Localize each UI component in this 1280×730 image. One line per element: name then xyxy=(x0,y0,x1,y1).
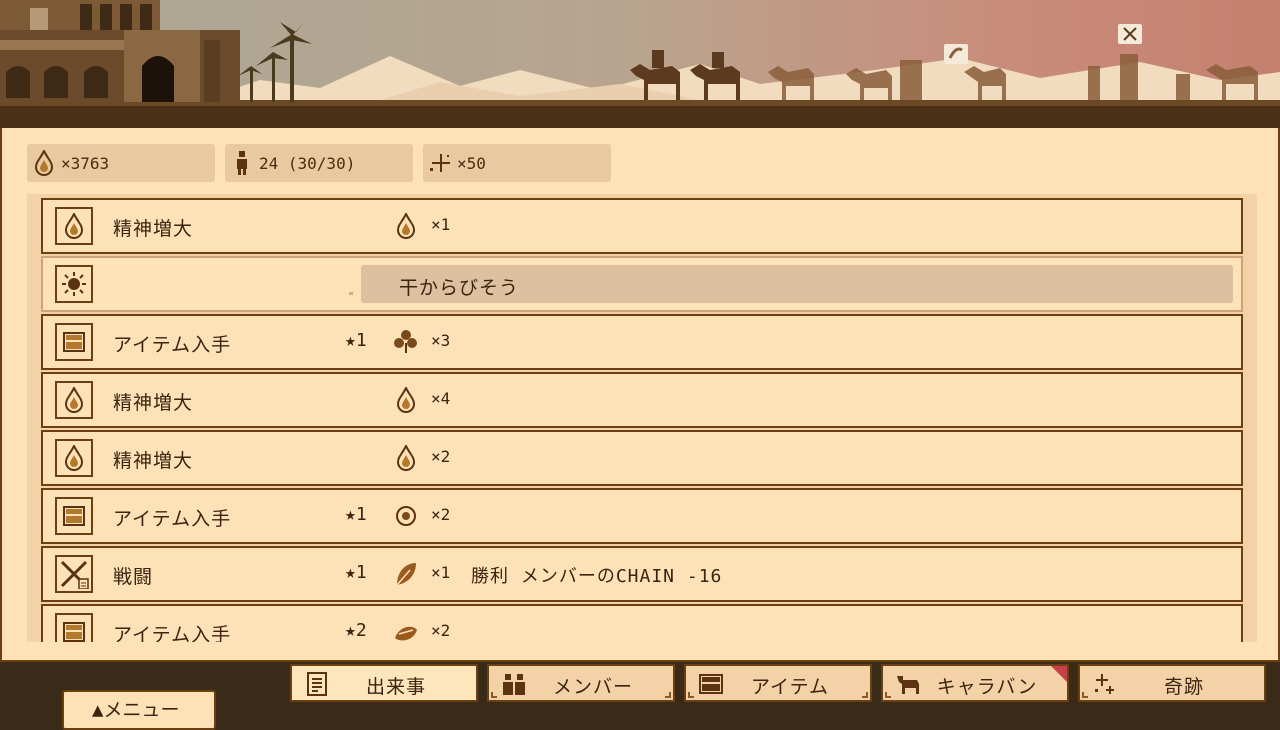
event-row-battle[interactable]: 戦闘 ★1 ×1 勝利 メンバーのCHAIN -16 xyxy=(41,546,1243,602)
spirit-counter: ×3763 xyxy=(27,144,215,182)
event-row-spirit[interactable]: 精神増大 ×4 xyxy=(41,372,1243,428)
crossed-swords-icon xyxy=(55,555,93,593)
tab-members[interactable]: メンバー xyxy=(487,664,675,702)
tab-label: アイテム xyxy=(750,676,830,698)
event-stars: ★1 xyxy=(345,330,367,351)
event-row-spirit[interactable]: 精神増大 ×2 xyxy=(41,430,1243,486)
sparkle-icon xyxy=(423,152,457,174)
event-label: 精神増大 xyxy=(113,392,194,414)
chest-icon xyxy=(55,323,93,361)
orb-icon xyxy=(393,502,419,530)
event-stars: ★2 xyxy=(345,620,367,641)
desert-backdrop xyxy=(0,0,1280,128)
tab-label: 出来事 xyxy=(365,676,426,698)
events-panel: ×3763 24 (30/30) ×50 精神増大 ×1 干からびそう アイテム… xyxy=(0,128,1280,662)
reward-quantity: ×1 xyxy=(431,215,451,234)
tab-events[interactable]: 出来事 xyxy=(290,664,478,702)
event-stars: ★1 xyxy=(345,562,367,583)
leaf-icon xyxy=(393,560,419,588)
event-label: アイテム入手 xyxy=(113,624,232,642)
person-icon xyxy=(225,150,259,176)
chest-icon xyxy=(55,613,93,642)
drop-icon xyxy=(393,386,419,414)
reward-quantity: ×1 xyxy=(431,563,451,582)
tooltip-text: 干からびそう xyxy=(399,277,520,299)
member-counter: 24 (30/30) xyxy=(225,144,413,182)
spirit-count: ×3763 xyxy=(61,153,110,173)
event-stars: ★1 xyxy=(345,504,367,525)
event-tooltip: 干からびそう xyxy=(361,265,1233,303)
drop-icon xyxy=(55,439,93,477)
tab-corner-mark xyxy=(665,692,671,698)
notification-badge xyxy=(1051,666,1067,682)
event-label: 精神増大 xyxy=(113,218,194,240)
nest-icon xyxy=(393,618,419,642)
menu-button-label: ▲メニュー xyxy=(92,699,180,721)
event-row-item[interactable]: アイテム入手 ★2 ×2 xyxy=(41,604,1243,642)
drop-icon xyxy=(55,207,93,245)
caravan-scene xyxy=(0,0,1280,128)
event-row-item[interactable]: アイテム入手 ★1 ×3 xyxy=(41,314,1243,370)
herb-icon xyxy=(393,328,419,356)
member-count: 24 (30/30) xyxy=(259,153,356,173)
drop-icon xyxy=(27,150,61,176)
tab-label: メンバー xyxy=(552,676,633,698)
tab-miracles[interactable]: 奇跡 xyxy=(1078,664,1266,702)
drop-icon xyxy=(55,381,93,419)
event-label: 戦闘 xyxy=(113,566,154,588)
tab-corner-mark xyxy=(688,692,694,698)
tab-caravan[interactable]: キャラバン xyxy=(881,664,1069,702)
sun-icon xyxy=(55,265,93,303)
reward-quantity: ×2 xyxy=(431,447,451,466)
battle-result: 勝利 メンバーのCHAIN -16 xyxy=(471,566,723,587)
miracle-count: ×50 xyxy=(457,153,486,173)
drop-icon xyxy=(393,444,419,472)
event-label: アイテム入手 xyxy=(113,334,232,356)
menu-button[interactable]: ▲メニュー xyxy=(62,690,216,730)
event-row-item[interactable]: アイテム入手 ★1 ×2 xyxy=(41,488,1243,544)
reward-quantity: ×2 xyxy=(431,621,451,640)
reward-quantity: ×3 xyxy=(431,331,451,350)
tab-corner-mark xyxy=(862,692,868,698)
drop-icon xyxy=(393,212,419,240)
tab-label: キャラバン xyxy=(936,676,1038,698)
event-row-weather[interactable]: 干からびそう xyxy=(41,256,1243,312)
reward-quantity: ×2 xyxy=(431,505,451,524)
tab-corner-mark xyxy=(1082,692,1088,698)
miracle-counter: ×50 xyxy=(423,144,611,182)
event-label: 精神増大 xyxy=(113,450,194,472)
tooltip-pointer xyxy=(349,292,353,295)
reward-quantity: ×4 xyxy=(431,389,451,408)
chest-icon xyxy=(55,497,93,535)
tab-corner-mark xyxy=(885,692,891,698)
event-label: アイテム入手 xyxy=(113,508,232,530)
tab-corner-mark xyxy=(491,692,497,698)
event-row-spirit[interactable]: 精神増大 ×1 xyxy=(41,198,1243,254)
event-log[interactable]: 精神増大 ×1 干からびそう アイテム入手 ★1 ×3 精神増大 ×4 精神増大… xyxy=(27,194,1257,642)
tab-items[interactable]: アイテム xyxy=(684,664,872,702)
tab-label: 奇跡 xyxy=(1163,676,1204,698)
